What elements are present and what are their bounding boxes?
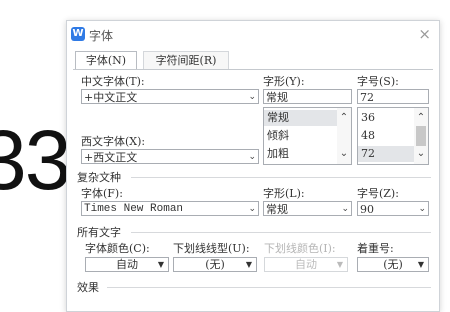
all-text-section-title: 所有文字 [77,226,121,239]
style-option-regular[interactable]: 常规 [264,110,337,126]
underline-color-label: 下划线颜色(I): [264,242,336,255]
complex-size-label: 字号(Z): [357,187,399,200]
font-dialog: W 字体 × 字体(N) 字符间距(R) 中文字体(T): +中文正文 ⌄ 字形… [66,20,440,312]
chevron-down-icon: ⌄ [418,204,426,214]
tab-divider [73,69,433,70]
size-input[interactable]: 72 [357,89,429,104]
chinese-font-label: 中文字体(T): [81,75,145,88]
complex-size-value: 90 [360,203,374,216]
chevron-down-icon: ⌄ [248,204,256,214]
caret-down-icon: ▼ [157,260,164,269]
style-option-bold[interactable]: 加粗 [264,146,337,162]
emphasis-mark-label: 着重号: [357,242,394,255]
font-color-select[interactable]: 自动 ▼ [85,257,169,272]
size-listbox[interactable]: 36 48 72 ⌃ ⌄ [357,107,429,165]
font-color-label: 字体颜色(C): [85,242,150,255]
complex-style-value: 常规 [266,203,288,216]
chevron-down-icon: ⌄ [248,92,256,102]
size-option-72[interactable]: 72 [358,146,414,162]
scroll-thumb[interactable] [416,126,426,146]
style-scrollbar[interactable]: ⌃ ⌄ [337,108,351,164]
size-option-36[interactable]: 36 [358,110,414,126]
section-divider [131,177,431,178]
tab-font[interactable]: 字体(N) [75,51,137,70]
effects-section-title: 效果 [77,281,99,294]
style-option-italic[interactable]: 倾斜 [264,128,337,144]
style-label: 字形(Y): [263,75,305,88]
western-font-label: 西文字体(X): [81,135,146,148]
complex-font-label: 字体(F): [81,187,123,200]
tab-character-spacing[interactable]: 字符间距(R) [143,51,229,69]
caret-down-icon: ▼ [417,260,424,269]
underline-style-value: (无) [205,258,225,271]
wps-writer-icon: W [71,27,85,41]
section-divider [131,232,431,233]
western-font-value: +西文正文 [84,151,138,164]
complex-font-select[interactable]: Times New Roman ⌄ [81,201,259,216]
scroll-down-icon[interactable]: ⌄ [414,147,428,161]
size-option-48[interactable]: 48 [358,128,414,144]
complex-style-label: 字形(L): [263,187,305,200]
size-label: 字号(S): [357,75,399,88]
complex-font-value: Times New Roman [84,203,184,215]
caret-down-icon: ▼ [245,260,252,269]
scroll-up-icon[interactable]: ⌃ [337,111,351,125]
scroll-down-icon[interactable]: ⌄ [337,147,351,161]
chinese-font-select[interactable]: +中文正文 ⌄ [81,89,259,104]
western-font-select[interactable]: +西文正文 ⌄ [81,149,259,164]
style-listbox[interactable]: 常规 倾斜 加粗 ⌃ ⌄ [263,107,352,165]
emphasis-mark-value: (无) [383,258,403,271]
complex-style-select[interactable]: 常规 ⌄ [263,201,352,216]
underline-style-select[interactable]: (无) ▼ [173,257,257,272]
font-color-value: 自动 [116,258,138,271]
size-scrollbar[interactable]: ⌃ ⌄ [414,108,428,164]
complex-section-title: 复杂文种 [77,171,121,184]
style-input[interactable]: 常规 [263,89,352,104]
underline-color-value: 自动 [295,258,317,271]
section-divider [107,287,431,288]
underline-color-select: 自动 ▼ [264,257,348,272]
chinese-font-value: +中文正文 [84,91,138,104]
chevron-down-icon: ⌄ [248,152,256,162]
close-icon[interactable]: × [418,25,431,43]
background-text: 33 [0,113,71,207]
emphasis-mark-select[interactable]: (无) ▼ [357,257,429,272]
title-bar: W 字体 × [67,21,439,47]
chevron-down-icon: ⌄ [341,204,349,214]
dialog-title: 字体 [89,29,114,43]
underline-style-label: 下划线线型(U): [173,242,250,255]
complex-size-select[interactable]: 90 ⌄ [357,201,429,216]
scroll-up-icon[interactable]: ⌃ [414,111,428,125]
caret-down-icon: ▼ [336,260,343,269]
